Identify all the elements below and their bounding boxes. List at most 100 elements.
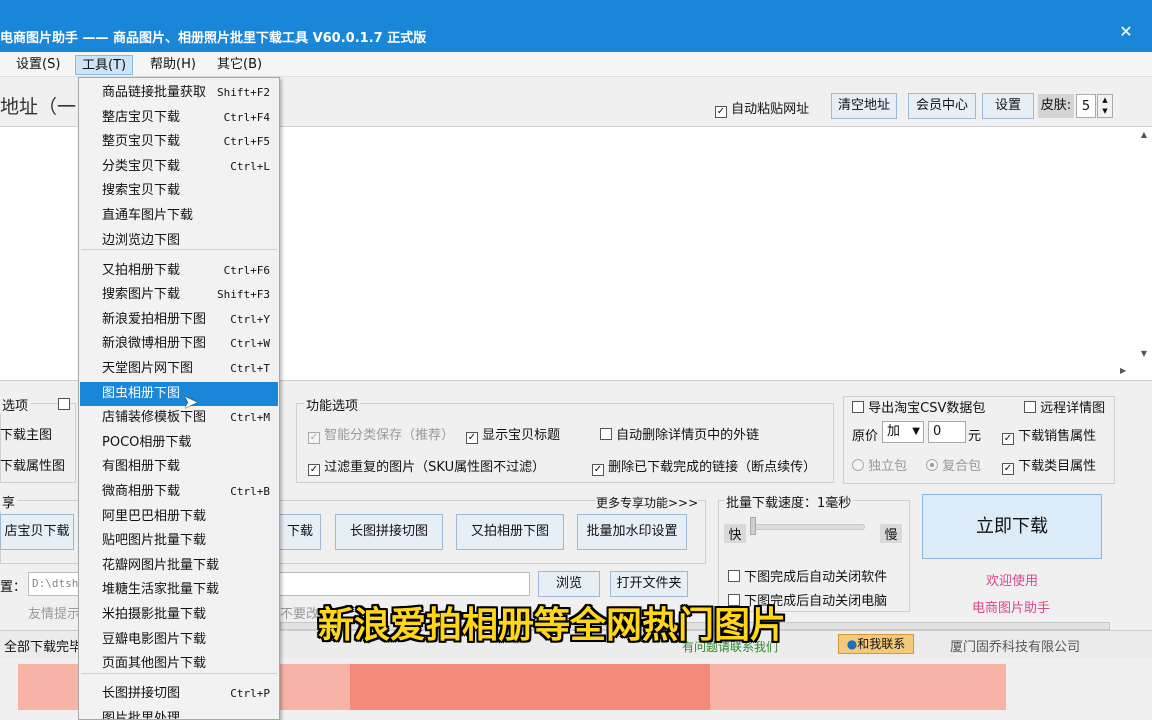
menu-item-shortcut: Ctrl+F5 bbox=[223, 135, 270, 148]
show-title-checkbox[interactable]: ✓ bbox=[466, 432, 478, 444]
download-sales-attr-option[interactable]: ✓ 下载销售属性 bbox=[1002, 425, 1096, 445]
long-image-stitch-button[interactable]: 长图拼接切图 bbox=[335, 514, 443, 550]
remote-detail-label: 远程详情图 bbox=[1040, 401, 1106, 416]
tools-menu-item[interactable]: 新浪爱拍相册下图 Ctrl+Y bbox=[80, 308, 278, 332]
banner-center bbox=[350, 664, 710, 710]
tools-menu-item[interactable]: 边浏览边下图 bbox=[80, 229, 278, 253]
tools-menu-item[interactable]: 店铺装修模板下图 Ctrl+M bbox=[80, 406, 278, 430]
menu-help[interactable]: 帮助(H) bbox=[144, 55, 202, 75]
tools-menu-item[interactable]: 商品链接批量获取 Shift+F2 bbox=[80, 81, 278, 105]
tools-menu-item[interactable]: 天堂图片网下图 Ctrl+T bbox=[80, 357, 278, 381]
download-now-button[interactable]: 立即下载 bbox=[922, 494, 1102, 559]
auto-paste-checkbox[interactable]: ✓ bbox=[715, 106, 727, 118]
app-name-text: 电商图片助手 bbox=[972, 601, 1051, 616]
tools-menu-item[interactable]: 图虫相册下图 bbox=[80, 382, 278, 406]
menu-item-label: 商品链接批量获取 bbox=[102, 85, 207, 100]
tools-menu-item[interactable]: 搜索图片下载 Shift+F3 bbox=[80, 283, 278, 307]
contact-label: 和我联系 bbox=[857, 637, 906, 651]
tools-menu-item[interactable]: 米拍摄影批量下载 bbox=[80, 603, 278, 627]
show-title-option[interactable]: ✓ 显示宝贝标题 bbox=[466, 424, 560, 444]
remote-detail-option[interactable]: 远程详情图 bbox=[1024, 397, 1105, 416]
menu-settings[interactable]: 设置(S) bbox=[10, 55, 66, 75]
download-category-attr-checkbox[interactable]: ✓ bbox=[1002, 463, 1014, 475]
filter-duplicates-option[interactable]: ✓ 过滤重复的图片（SKU属性图不过滤） bbox=[308, 456, 545, 476]
tools-menu-item[interactable]: 阿里巴巴相册下载 bbox=[80, 505, 278, 529]
smart-classify-option[interactable]: ✓ 智能分类保存（推荐） bbox=[308, 424, 454, 444]
auto-remove-links-option[interactable]: 自动删除详情页中的外链 bbox=[600, 424, 759, 443]
tools-menu-item[interactable]: 长图拼接切图 Ctrl+P bbox=[80, 682, 278, 706]
download-main-image-option[interactable]: 下载主图 bbox=[0, 424, 52, 443]
tools-menu-item[interactable]: 图片批里处理 bbox=[80, 707, 278, 719]
more-features-link[interactable]: 更多专享功能>>> bbox=[596, 494, 699, 511]
shop-download-button[interactable]: 店宝贝下载 bbox=[0, 514, 74, 550]
filter-duplicates-checkbox[interactable]: ✓ bbox=[308, 464, 320, 476]
price-value-input[interactable]: 0 bbox=[928, 421, 966, 443]
combined-pack-label: 复合包 bbox=[942, 459, 982, 474]
menu-tools[interactable]: 工具(T) bbox=[75, 55, 134, 75]
auto-paste-label: 自动粘贴网址 bbox=[731, 102, 810, 117]
combined-pack-radio[interactable] bbox=[926, 459, 938, 471]
close-software-checkbox[interactable] bbox=[728, 570, 740, 582]
skin-spinner[interactable]: ▲ ▼ bbox=[1097, 94, 1113, 118]
menu-item-shortcut: Ctrl+W bbox=[230, 337, 270, 350]
speed-slider-track[interactable] bbox=[750, 524, 865, 530]
open-folder-button[interactable]: 打开文件夹 bbox=[610, 571, 688, 597]
close-button[interactable]: ✕ bbox=[1103, 18, 1149, 46]
tools-menu-item[interactable]: 整页宝贝下载 Ctrl+F5 bbox=[80, 130, 278, 154]
combined-pack-option[interactable]: 复合包 bbox=[926, 455, 981, 474]
smart-classify-checkbox[interactable]: ✓ bbox=[308, 432, 320, 444]
menu-item-shortcut: Ctrl+P bbox=[230, 687, 270, 700]
left-options-title: 选项 bbox=[0, 395, 31, 414]
tools-menu-item[interactable]: 搜索宝贝下载 bbox=[80, 179, 278, 203]
menu-item-label: 又拍相册下载 bbox=[102, 263, 181, 278]
tools-menu-item[interactable]: 又拍相册下载 Ctrl+F6 bbox=[80, 259, 278, 283]
tools-menu-item[interactable]: 直通车图片下载 bbox=[80, 204, 278, 228]
single-pack-radio[interactable] bbox=[852, 459, 864, 471]
auto-paste-option[interactable]: ✓ 自动粘贴网址 bbox=[715, 98, 809, 118]
tools-menu-item[interactable]: POCO相册下载 bbox=[80, 431, 278, 455]
download-attribute-image-option[interactable]: 下载属性图 bbox=[0, 455, 65, 474]
auto-remove-links-label: 自动删除详情页中的外链 bbox=[616, 428, 760, 443]
tools-menu-item[interactable]: 页面其他图片下载 bbox=[80, 652, 278, 676]
tools-menu-item[interactable]: 整店宝贝下载 Ctrl+F4 bbox=[80, 106, 278, 130]
tools-menu-item[interactable]: 微商相册下载 Ctrl+B bbox=[80, 480, 278, 504]
menu-other[interactable]: 其它(B) bbox=[211, 55, 268, 75]
clear-url-button[interactable]: 清空地址 bbox=[831, 93, 897, 119]
remote-detail-checkbox[interactable] bbox=[1024, 401, 1036, 413]
contact-button[interactable]: ●和我联系 bbox=[838, 634, 914, 654]
browse-button[interactable]: 浏览 bbox=[538, 571, 600, 597]
single-pack-option[interactable]: 独立包 bbox=[852, 455, 907, 474]
left-options-checkbox[interactable] bbox=[58, 398, 70, 410]
member-center-button[interactable]: 会员中心 bbox=[908, 93, 976, 119]
export-csv-checkbox[interactable] bbox=[852, 401, 864, 413]
auto-remove-links-checkbox[interactable] bbox=[600, 428, 612, 440]
tools-menu-item[interactable]: 豆瓣电影图片下载 bbox=[80, 628, 278, 652]
price-operator-select[interactable]: 加 ▼ bbox=[882, 421, 924, 443]
tools-menu-item[interactable]: 堆糖生活家批量下载 bbox=[80, 578, 278, 602]
tools-menu-item[interactable]: 贴吧图片批量下载 bbox=[80, 529, 278, 553]
batch-watermark-button[interactable]: 批量加水印设置 bbox=[577, 514, 687, 550]
download-button[interactable]: 下载 bbox=[279, 514, 321, 550]
delete-completed-option[interactable]: ✓ 删除已下载完成的链接（断点续传） bbox=[592, 456, 816, 476]
youpai-album-button[interactable]: 又拍相册下图 bbox=[456, 514, 564, 550]
smart-classify-label: 智能分类保存（推荐） bbox=[324, 428, 455, 443]
download-category-attr-option[interactable]: ✓ 下载类目属性 bbox=[1002, 455, 1096, 475]
tools-menu-item[interactable]: 新浪微博相册下图 Ctrl+W bbox=[80, 332, 278, 356]
settings-button[interactable]: 设置 bbox=[982, 93, 1034, 119]
close-software-option[interactable]: 下图完成后自动关闭软件 bbox=[728, 566, 887, 585]
mouse-cursor-icon: ➤ bbox=[183, 392, 199, 413]
menu-item-label: 边浏览边下图 bbox=[102, 233, 181, 248]
tools-menu-item[interactable]: 分类宝贝下载 Ctrl+L bbox=[80, 155, 278, 179]
delete-completed-label: 删除已下载完成的链接（断点续传） bbox=[608, 460, 817, 475]
download-sales-attr-checkbox[interactable]: ✓ bbox=[1002, 433, 1014, 445]
tools-menu-item[interactable]: 花瓣网图片批量下载 bbox=[80, 554, 278, 578]
function-options-title: 功能选项 bbox=[304, 395, 361, 414]
delete-completed-checkbox[interactable]: ✓ bbox=[592, 464, 604, 476]
skin-input[interactable]: 5 bbox=[1076, 94, 1096, 118]
export-csv-option[interactable]: 导出淘宝CSV数据包 bbox=[852, 397, 985, 416]
tools-menu-item[interactable]: 有图相册下载 bbox=[80, 455, 278, 479]
price-label: 原价 bbox=[852, 429, 879, 444]
vertical-scrollbar[interactable]: ▲ ▼ bbox=[1136, 130, 1152, 365]
speed-slider-thumb[interactable] bbox=[750, 517, 756, 535]
menu-item-label: 花瓣网图片批量下载 bbox=[102, 558, 220, 573]
